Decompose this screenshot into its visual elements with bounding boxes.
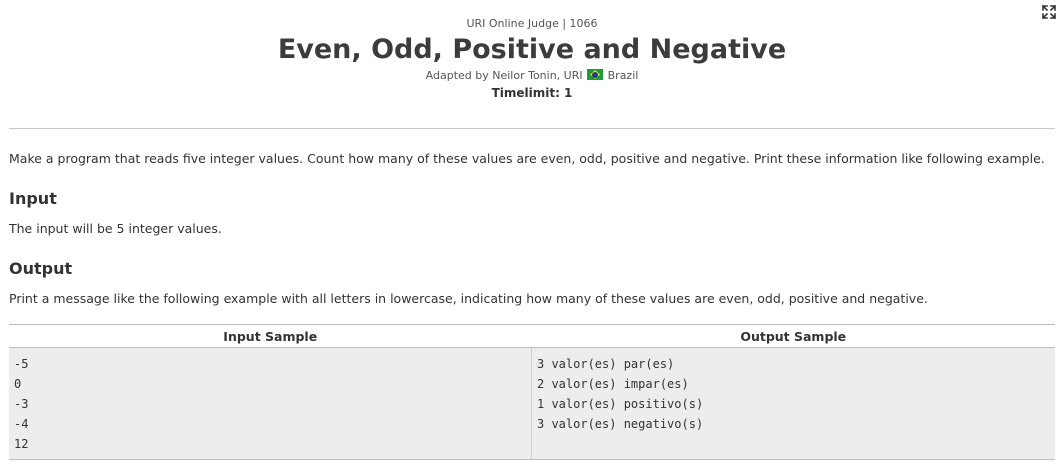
input-sample-line: 12 bbox=[14, 437, 29, 451]
output-sample-line: 3 valor(es) par(es) bbox=[537, 357, 675, 371]
brazil-flag-icon bbox=[587, 69, 604, 80]
input-sample-line: -3 bbox=[14, 397, 29, 411]
input-sample-line: 0 bbox=[14, 377, 22, 391]
output-heading: Output bbox=[9, 259, 73, 278]
output-sample-line: 1 valor(es) positivo(s) bbox=[537, 397, 704, 411]
output-text: Print a message like the following examp… bbox=[9, 291, 928, 306]
judge-line: URI Online Judge | 1066 bbox=[466, 17, 598, 30]
input-heading: Input bbox=[9, 189, 57, 208]
output-sample-cell: 3 valor(es) par(es) 2 valor(es) impar(es… bbox=[531, 347, 1055, 460]
problem-title: Even, Odd, Positive and Negative bbox=[277, 34, 787, 65]
input-sample-cell: -5 0 -3 -4 12 bbox=[9, 347, 532, 460]
samples-table: Input Sample Output Sample -5 0 -3 -4 12… bbox=[9, 324, 1055, 460]
problem-page: URI Online Judge | 1066 Even, Odd, Posit… bbox=[0, 0, 1064, 465]
header-divider bbox=[9, 128, 1055, 129]
adapted-by-text: Adapted by Neilor Tonin, URI bbox=[425, 69, 583, 82]
adapted-by: Adapted by Neilor Tonin, URI Brazil bbox=[0, 68, 1064, 83]
problem-header: URI Online Judge | 1066 Even, Odd, Posit… bbox=[0, 0, 1064, 101]
output-sample-line: 2 valor(es) impar(es) bbox=[537, 377, 689, 391]
timelimit: Timelimit: 1 bbox=[491, 86, 573, 100]
input-sample-header: Input Sample bbox=[9, 324, 532, 348]
input-sample-line: -5 bbox=[14, 357, 29, 371]
output-sample-header: Output Sample bbox=[531, 324, 1055, 348]
input-sample-line: -4 bbox=[14, 417, 29, 431]
problem-description: Make a program that reads five integer v… bbox=[9, 151, 1045, 166]
adapted-country: Brazil bbox=[607, 69, 639, 82]
fullscreen-icon[interactable] bbox=[1042, 5, 1056, 19]
input-text: The input will be 5 integer values. bbox=[9, 221, 222, 236]
output-sample-line: 3 valor(es) negativo(s) bbox=[537, 417, 704, 431]
